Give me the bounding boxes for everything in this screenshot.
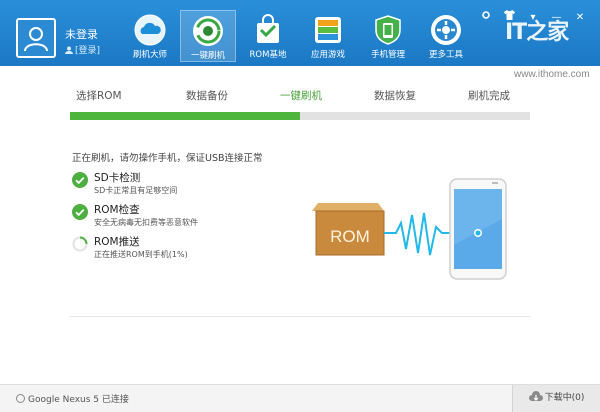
task-rom-check: ROM检查 安全无病毒无扣费等恶意软件 bbox=[72, 202, 272, 232]
avatar[interactable] bbox=[16, 18, 56, 58]
nav-label: 一键刷机 bbox=[190, 51, 225, 61]
app-header: 未登录 [登录] 刷机大师 一键刷机 ROM基地 应用游戏 手机管理 更多工具 … bbox=[0, 0, 600, 66]
nav-item-more-tools[interactable]: 更多工具 bbox=[418, 10, 474, 62]
task-title: SD卡检测 bbox=[94, 172, 141, 184]
loading-spinner-icon bbox=[72, 236, 88, 252]
login-link[interactable]: [登录] bbox=[65, 43, 100, 56]
progress-fill bbox=[70, 112, 300, 120]
user-icon bbox=[24, 27, 48, 51]
phone-icon bbox=[449, 178, 507, 280]
task-subtitle: 正在推送ROM到手机(1%) bbox=[94, 250, 188, 259]
task-title: ROM检查 bbox=[94, 204, 140, 216]
nav-label: 刷机大师 bbox=[132, 50, 167, 60]
nav-item-phone-manager[interactable]: 手机管理 bbox=[360, 10, 416, 62]
step-data-backup: 数据备份 bbox=[186, 90, 228, 102]
one-click-flash-icon bbox=[193, 16, 223, 46]
cloud-download-icon bbox=[528, 391, 543, 401]
progress-bar bbox=[70, 112, 530, 120]
more-tools-icon bbox=[431, 15, 461, 45]
rom-box-icon: ROM bbox=[312, 203, 385, 256]
settings-button[interactable] bbox=[476, 10, 496, 24]
step-flash-complete: 刷机完成 bbox=[468, 90, 510, 102]
task-sd-check: SD卡检测 SD卡正常且有足够空间 bbox=[72, 170, 272, 200]
flash-notice: 正在刷机，请勿操作手机，保证USB连接正常 bbox=[72, 153, 263, 164]
rom-bag-icon bbox=[257, 14, 279, 43]
rom-box-label: ROM bbox=[330, 227, 370, 246]
step-one-click-flash: 一键刷机 bbox=[280, 90, 322, 102]
task-subtitle: SD卡正常且有足够空间 bbox=[94, 186, 178, 195]
person-mini-icon bbox=[65, 46, 73, 54]
device-status-dot-icon bbox=[16, 394, 25, 403]
user-name: 未登录 bbox=[65, 28, 98, 41]
download-button[interactable]: 下载中(0) bbox=[512, 385, 600, 412]
phone-shield-icon bbox=[375, 15, 401, 45]
content-divider bbox=[70, 316, 530, 317]
apps-icon bbox=[315, 17, 341, 43]
device-status: Google Nexus 5 已连接 bbox=[16, 392, 129, 405]
nav-label: 更多工具 bbox=[428, 50, 463, 60]
user-panel: 未登录 [登录] bbox=[4, 6, 114, 60]
nav-item-apps-games[interactable]: 应用游戏 bbox=[300, 10, 356, 62]
step-data-restore: 数据恢复 bbox=[374, 90, 416, 102]
check-circle-icon bbox=[72, 204, 88, 220]
flash-illustration: ROM bbox=[312, 178, 507, 280]
download-label: 下载中(0) bbox=[544, 393, 585, 403]
step-select-rom: 选择ROM bbox=[76, 90, 122, 102]
nav-item-flash-master[interactable]: 刷机大师 bbox=[122, 10, 178, 62]
task-title: ROM推送 bbox=[94, 236, 140, 248]
nav-item-rom-base[interactable]: ROM基地 bbox=[240, 10, 296, 62]
brand-url: www.ithome.com bbox=[514, 69, 590, 80]
nav-label: ROM基地 bbox=[249, 50, 287, 60]
device-status-label: Google Nexus 5 已连接 bbox=[28, 395, 129, 405]
nav-item-one-click-flash[interactable]: 一键刷机 bbox=[180, 10, 236, 62]
check-circle-icon bbox=[72, 172, 88, 188]
task-rom-push: ROM推送 正在推送ROM到手机(1%) bbox=[72, 234, 272, 264]
cloud-icon bbox=[134, 14, 166, 46]
nav-label: 手机管理 bbox=[370, 50, 405, 60]
status-bar: Google Nexus 5 已连接 下载中(0) bbox=[0, 384, 600, 412]
task-subtitle: 安全无病毒无扣费等恶意软件 bbox=[94, 218, 198, 227]
nav-label: 应用游戏 bbox=[310, 50, 345, 60]
brand-logo: IT之家 bbox=[505, 20, 569, 45]
gear-icon bbox=[482, 11, 490, 19]
login-link-label: [登录] bbox=[75, 46, 101, 56]
brand: IT之家 bbox=[495, 14, 575, 54]
